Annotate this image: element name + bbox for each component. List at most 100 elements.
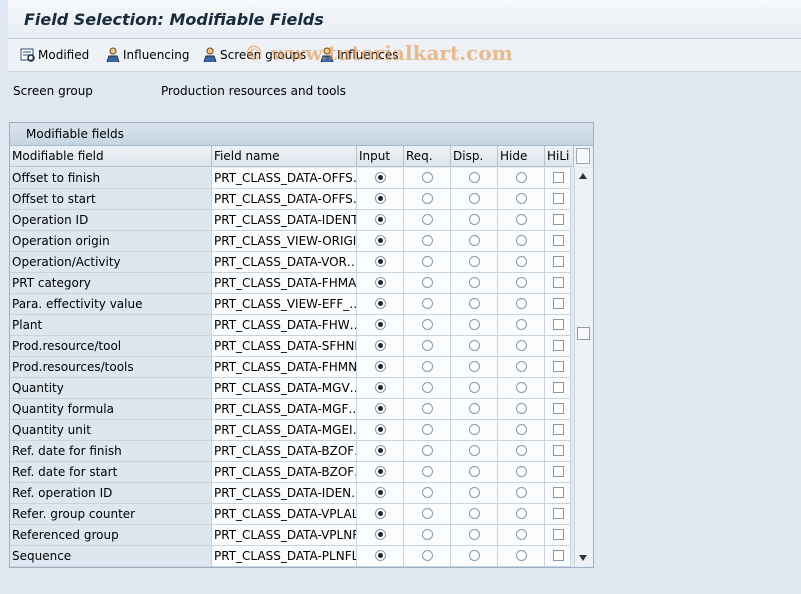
table-row[interactable]: Offset to start PRT_CLASS_DATA-OFFS… xyxy=(10,189,573,210)
column-header-modifiable-field[interactable]: Modifiable field xyxy=(10,146,212,167)
input-radio[interactable] xyxy=(375,277,386,288)
table-row[interactable]: Referenced group PRT_CLASS_DATA-VPLNR xyxy=(10,525,573,546)
hide-radio[interactable] xyxy=(516,298,527,309)
screen-groups-button[interactable]: Screen groups xyxy=(202,45,306,65)
column-settings-icon[interactable] xyxy=(576,148,590,164)
req-radio[interactable] xyxy=(422,298,433,309)
hili-checkbox[interactable] xyxy=(553,424,564,435)
req-radio[interactable] xyxy=(422,172,433,183)
hili-checkbox[interactable] xyxy=(553,277,564,288)
table-row[interactable]: Quantity formula PRT_CLASS_DATA-MGF… xyxy=(10,399,573,420)
disp-radio[interactable] xyxy=(469,319,480,330)
hili-checkbox[interactable] xyxy=(553,193,564,204)
disp-radio[interactable] xyxy=(469,445,480,456)
input-radio[interactable] xyxy=(375,361,386,372)
hili-checkbox[interactable] xyxy=(553,256,564,267)
input-radio[interactable] xyxy=(375,340,386,351)
hide-radio[interactable] xyxy=(516,466,527,477)
hide-radio[interactable] xyxy=(516,550,527,561)
hili-checkbox[interactable] xyxy=(553,508,564,519)
disp-radio[interactable] xyxy=(469,466,480,477)
req-radio[interactable] xyxy=(422,487,433,498)
hide-radio[interactable] xyxy=(516,424,527,435)
hide-radio[interactable] xyxy=(516,382,527,393)
hide-radio[interactable] xyxy=(516,340,527,351)
disp-radio[interactable] xyxy=(469,235,480,246)
disp-radio[interactable] xyxy=(469,403,480,414)
disp-radio[interactable] xyxy=(469,214,480,225)
input-radio[interactable] xyxy=(375,319,386,330)
input-radio[interactable] xyxy=(375,529,386,540)
hide-radio[interactable] xyxy=(516,214,527,225)
input-radio[interactable] xyxy=(375,256,386,267)
input-radio[interactable] xyxy=(375,235,386,246)
disp-radio[interactable] xyxy=(469,172,480,183)
req-radio[interactable] xyxy=(422,508,433,519)
input-radio[interactable] xyxy=(375,298,386,309)
req-radio[interactable] xyxy=(422,424,433,435)
input-radio[interactable] xyxy=(375,487,386,498)
req-radio[interactable] xyxy=(422,550,433,561)
hili-checkbox[interactable] xyxy=(553,298,564,309)
table-row[interactable]: Ref. operation ID PRT_CLASS_DATA-IDEN… xyxy=(10,483,573,504)
hide-radio[interactable] xyxy=(516,172,527,183)
input-radio[interactable] xyxy=(375,382,386,393)
table-row[interactable]: Quantity PRT_CLASS_DATA-MGV… xyxy=(10,378,573,399)
column-header-hide[interactable]: Hide xyxy=(498,146,545,167)
req-radio[interactable] xyxy=(422,235,433,246)
hili-checkbox[interactable] xyxy=(553,550,564,561)
column-header-input[interactable]: Input xyxy=(357,146,404,167)
hide-radio[interactable] xyxy=(516,361,527,372)
hili-checkbox[interactable] xyxy=(553,529,564,540)
req-radio[interactable] xyxy=(422,256,433,267)
input-radio[interactable] xyxy=(375,424,386,435)
hili-checkbox[interactable] xyxy=(553,172,564,183)
req-radio[interactable] xyxy=(422,529,433,540)
req-radio[interactable] xyxy=(422,277,433,288)
req-radio[interactable] xyxy=(422,382,433,393)
req-radio[interactable] xyxy=(422,193,433,204)
column-header-field-name[interactable]: Field name xyxy=(212,146,357,167)
hide-radio[interactable] xyxy=(516,319,527,330)
disp-radio[interactable] xyxy=(469,508,480,519)
disp-radio[interactable] xyxy=(469,361,480,372)
influences-button[interactable]: Influences xyxy=(319,45,399,65)
input-radio[interactable] xyxy=(375,508,386,519)
scroll-up-icon[interactable] xyxy=(579,173,587,179)
disp-radio[interactable] xyxy=(469,298,480,309)
table-row[interactable]: Plant PRT_CLASS_DATA-FHW… xyxy=(10,315,573,336)
column-header-req[interactable]: Req. xyxy=(404,146,451,167)
table-row[interactable]: Refer. group counter PRT_CLASS_DATA-VPLAL xyxy=(10,504,573,525)
table-row[interactable]: Ref. date for finish PRT_CLASS_DATA-BZOF… xyxy=(10,441,573,462)
disp-radio[interactable] xyxy=(469,529,480,540)
disp-radio[interactable] xyxy=(469,487,480,498)
table-row[interactable]: Ref. date for start PRT_CLASS_DATA-BZOF… xyxy=(10,462,573,483)
hide-radio[interactable] xyxy=(516,529,527,540)
hili-checkbox[interactable] xyxy=(553,403,564,414)
table-row[interactable]: Prod.resources/tools PRT_CLASS_DATA-FHMN… xyxy=(10,357,573,378)
hide-radio[interactable] xyxy=(516,235,527,246)
hide-radio[interactable] xyxy=(516,403,527,414)
disp-radio[interactable] xyxy=(469,256,480,267)
hili-checkbox[interactable] xyxy=(553,235,564,246)
hili-checkbox[interactable] xyxy=(553,340,564,351)
vertical-scrollbar[interactable] xyxy=(574,168,593,566)
hide-radio[interactable] xyxy=(516,508,527,519)
disp-radio[interactable] xyxy=(469,550,480,561)
hili-checkbox[interactable] xyxy=(553,445,564,456)
table-row[interactable]: Offset to finish PRT_CLASS_DATA-OFFS… xyxy=(10,168,573,189)
req-radio[interactable] xyxy=(422,466,433,477)
disp-radio[interactable] xyxy=(469,424,480,435)
hili-checkbox[interactable] xyxy=(553,487,564,498)
influencing-button[interactable]: Influencing xyxy=(105,45,189,65)
column-settings-corner[interactable] xyxy=(574,146,592,167)
input-radio[interactable] xyxy=(375,445,386,456)
table-row[interactable]: Sequence PRT_CLASS_DATA-PLNFL xyxy=(10,546,573,567)
scroll-down-icon[interactable] xyxy=(579,555,587,561)
input-radio[interactable] xyxy=(375,214,386,225)
disp-radio[interactable] xyxy=(469,193,480,204)
hili-checkbox[interactable] xyxy=(553,214,564,225)
input-radio[interactable] xyxy=(375,403,386,414)
scroll-thumb[interactable] xyxy=(577,327,590,340)
req-radio[interactable] xyxy=(422,403,433,414)
